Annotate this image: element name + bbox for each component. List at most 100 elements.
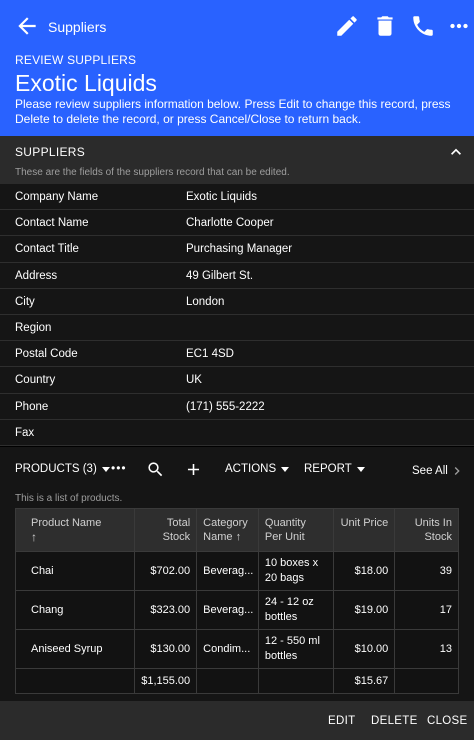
table-row[interactable]: Aniseed Syrup $130.00 Condim... 12 - 550… <box>16 630 458 669</box>
actions-label: ACTIONS <box>225 463 277 475</box>
column-header-label: Units In <box>414 517 452 529</box>
column-header-label: Quantity <box>264 517 306 529</box>
field-value: Purchasing Manager <box>186 243 293 256</box>
products-description: This is a list of products. <box>15 493 123 504</box>
cell-product-name: Chang <box>16 591 136 629</box>
field-label: Contact Title <box>15 243 79 256</box>
cell-empty <box>16 669 136 693</box>
action-bar: EDIT DELETE CLOSE <box>0 701 474 740</box>
cell-empty <box>259 669 334 693</box>
trash-icon[interactable] <box>372 13 398 39</box>
column-header-label: Stock <box>424 531 452 543</box>
cell-product-name: Aniseed Syrup <box>16 630 136 668</box>
caret-down-icon <box>101 466 110 472</box>
edit-button[interactable]: EDIT <box>328 715 355 727</box>
more-options-button[interactable]: ••• <box>111 461 127 475</box>
cell-unit-price: $10.00 <box>334 630 396 668</box>
pencil-icon[interactable] <box>334 13 360 39</box>
field-country[interactable]: Country UK <box>0 367 474 394</box>
field-label: Postal Code <box>15 348 78 361</box>
field-postal-code[interactable]: Postal Code EC1 4SD <box>0 341 474 368</box>
cell-quantity: 24 - 12 oz bottles <box>259 591 334 629</box>
field-phone[interactable]: Phone (171) 555-2222 <box>0 393 474 420</box>
col-units-in-stock[interactable]: Units In Stock <box>395 509 458 551</box>
field-region[interactable]: Region <box>0 314 474 342</box>
col-total-stock[interactable]: Total Stock <box>135 509 198 551</box>
products-dropdown[interactable]: PRODUCTS (3) <box>15 463 110 475</box>
top-bar: Suppliers <box>0 0 474 52</box>
cell-total-stock: $702.00 <box>135 552 198 590</box>
col-unit-price[interactable]: Unit Price <box>334 509 396 551</box>
see-all-label: See All <box>412 465 448 477</box>
field-value: (171) 555-2222 <box>186 400 265 413</box>
back-arrow-icon[interactable] <box>14 13 40 39</box>
phone-icon[interactable] <box>410 13 436 39</box>
cell-category: Beverag... <box>197 591 259 629</box>
see-all-link[interactable]: See All <box>412 463 465 479</box>
app-header: Suppliers REVIEW SUPPLIERS Exotic Liquid… <box>0 0 474 136</box>
delete-button[interactable]: DELETE <box>371 715 418 727</box>
chevron-right-icon <box>454 467 460 475</box>
actions-dropdown[interactable]: ACTIONS <box>225 463 290 475</box>
field-value: London <box>186 295 225 308</box>
field-contact-title[interactable]: Contact Title Purchasing Manager <box>0 236 474 263</box>
search-icon[interactable] <box>146 460 165 479</box>
section-title: SUPPLIERS <box>15 145 86 159</box>
col-quantity-per-unit[interactable]: Quantity Per Unit <box>259 509 334 551</box>
grid-header: Product Name ↑ Total Stock Category Name… <box>16 509 458 552</box>
field-value: Exotic Liquids <box>186 191 257 203</box>
cell-product-name: Chai <box>16 552 136 590</box>
col-category-name[interactable]: Category Name ↑ <box>197 509 259 551</box>
cell-units-in-stock: 39 <box>439 564 452 577</box>
cell-category: Beverag... <box>197 552 259 590</box>
col-product-name[interactable]: Product Name ↑ <box>16 509 136 551</box>
cell-total-stock: $323.00 <box>135 591 198 629</box>
cell-empty <box>395 669 458 693</box>
totals-row: $1,155.00 $15.67 <box>16 669 458 693</box>
suppliers-section-header[interactable]: SUPPLIERS These are the fields of the su… <box>0 136 474 184</box>
field-company-name[interactable]: Company Name Exotic Liquids <box>0 184 474 211</box>
chevron-up-icon[interactable] <box>446 142 466 162</box>
cell-unit-price: $18.00 <box>334 552 396 590</box>
field-label: Country <box>15 374 56 387</box>
cell-units-in-stock: 13 <box>439 642 452 655</box>
close-button[interactable]: CLOSE <box>427 715 468 727</box>
sort-ascending-icon: ↑ <box>31 530 37 544</box>
field-value: Charlotte Cooper <box>186 217 274 230</box>
cell-units-in-stock: 17 <box>439 603 452 616</box>
field-address[interactable]: Address 49 Gilbert St. <box>0 262 474 289</box>
report-dropdown[interactable]: REPORT <box>304 463 365 475</box>
cell-quantity: 10 boxes x 20 bags <box>259 552 334 590</box>
cell-unit-price: $19.00 <box>334 591 396 629</box>
top-title: Suppliers <box>48 19 107 35</box>
products-toolbar: PRODUCTS (3) ••• ACTIONS REPORT See All <box>0 447 474 493</box>
column-header-label: Unit Price <box>340 517 389 529</box>
more-icon[interactable] <box>446 13 472 39</box>
table-row[interactable]: Chang $323.00 Beverag... 24 - 12 oz bott… <box>16 591 458 630</box>
field-value: 49 Gilbert St. <box>186 269 254 282</box>
section-description: These are the fields of the suppliers re… <box>15 167 290 178</box>
field-label: Fax <box>15 426 35 439</box>
cell-empty <box>197 669 259 693</box>
supplier-fields: Company Name Exotic Liquids Contact Name… <box>0 184 474 446</box>
column-header-label: Product Name <box>31 517 102 529</box>
column-header-label: Category <box>203 517 248 529</box>
field-label: Company Name <box>15 191 99 203</box>
field-value: EC1 4SD <box>186 348 234 361</box>
cell-category: Condim... <box>197 630 259 668</box>
caret-down-icon <box>281 466 290 472</box>
cell-quantity: 12 - 550 ml bottles <box>259 630 334 668</box>
products-title: PRODUCTS (3) <box>15 463 97 475</box>
field-label: Address <box>15 269 58 282</box>
record-title: Exotic Liquids <box>15 70 157 96</box>
products-grid: Product Name ↑ Total Stock Category Name… <box>15 508 459 694</box>
field-label: Region <box>15 321 52 334</box>
column-header-label: Per Unit <box>264 531 305 543</box>
plus-icon[interactable] <box>184 460 203 479</box>
field-label: Phone <box>15 400 49 413</box>
cell-total-sum: $1,155.00 <box>135 669 198 693</box>
field-fax[interactable]: Fax <box>0 419 474 446</box>
field-contact-name[interactable]: Contact Name Charlotte Cooper <box>0 210 474 237</box>
table-row[interactable]: Chai $702.00 Beverag... 10 boxes x 20 ba… <box>16 552 458 591</box>
field-city[interactable]: City London <box>0 288 474 315</box>
